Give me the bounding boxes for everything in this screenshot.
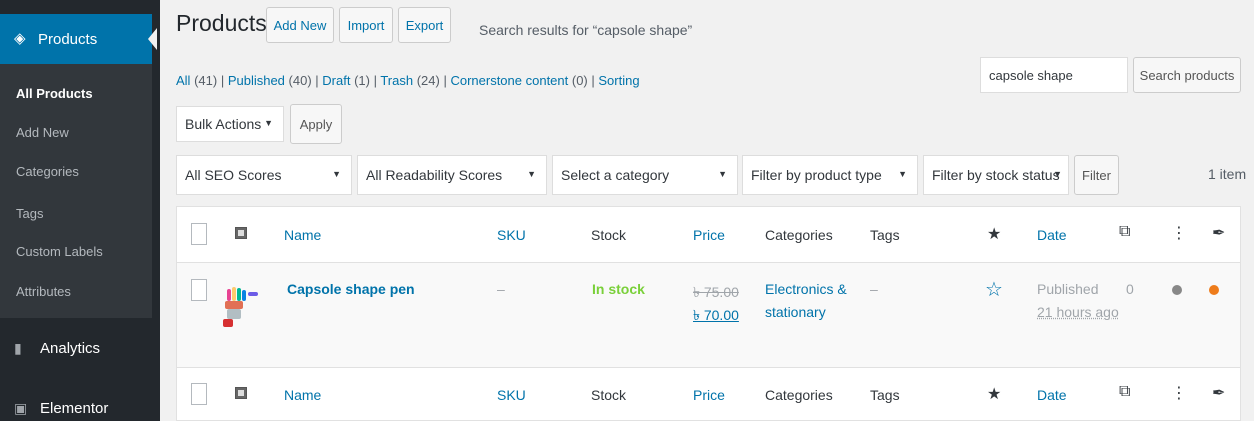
seo-traffic-light-icon: ⋮: [1171, 385, 1187, 402]
apply-button[interactable]: Apply: [290, 104, 342, 144]
product-thumbnail[interactable]: [221, 279, 261, 335]
product-name-link[interactable]: Capsole shape pen: [287, 281, 415, 297]
select-all-checkbox[interactable]: [191, 223, 207, 245]
submenu-attributes[interactable]: Attributes: [16, 284, 71, 299]
table-footer-row: Name SKU Stock Price Categories Tags ★ D…: [177, 369, 1240, 421]
filter-button[interactable]: Filter: [1074, 155, 1119, 195]
sidebar-item-label: Analytics: [40, 339, 101, 357]
view-cornerstone[interactable]: Cornerstone content (0): [450, 73, 587, 88]
readability-quill-icon: ✒: [1212, 225, 1226, 242]
products-table: Name SKU Stock Price Categories Tags ★ D…: [176, 206, 1241, 421]
column-tags: Tags: [870, 387, 900, 403]
product-tags: –: [870, 281, 878, 297]
stock-status: In stock: [592, 281, 645, 297]
select-all-checkbox-bottom[interactable]: [191, 383, 207, 405]
add-new-button[interactable]: Add New: [266, 7, 334, 43]
image-column-icon: [235, 387, 247, 399]
column-name[interactable]: Name: [284, 227, 321, 243]
table-row: Capsole shape pen – In stock ৳ 75.00 ৳ 7…: [177, 263, 1240, 368]
view-sorting[interactable]: Sorting: [598, 73, 639, 88]
submenu-tags[interactable]: Tags: [16, 206, 43, 221]
chevron-down-icon: ▼: [332, 169, 341, 179]
category-link-continued[interactable]: stationary: [765, 304, 826, 320]
regular-price: ৳ 75.00: [693, 284, 739, 300]
stock-status-filter-value: Filter by stock status: [932, 167, 1060, 183]
chevron-down-icon: ▼: [1053, 169, 1062, 179]
column-name[interactable]: Name: [284, 387, 321, 403]
seo-traffic-light-icon: ⋮: [1171, 225, 1187, 242]
column-sku[interactable]: SKU: [497, 387, 526, 403]
featured-star-outline-icon[interactable]: ☆: [985, 277, 1003, 302]
featured-star-icon[interactable]: ★: [987, 224, 1001, 244]
column-price[interactable]: Price: [693, 387, 725, 403]
column-date[interactable]: Date: [1037, 387, 1067, 403]
internal-links-count: 0: [1126, 281, 1134, 297]
sidebar-submenu: All Products Add New Categories Tags Cus…: [0, 64, 152, 318]
sidebar-item-products[interactable]: ◈ Products: [0, 14, 152, 64]
column-categories: Categories: [765, 387, 833, 403]
chevron-down-icon: ▼: [264, 118, 273, 128]
internal-links-icon: ⧉: [1119, 223, 1131, 240]
publish-date: 21 hours ago: [1037, 304, 1119, 320]
column-categories: Categories: [765, 227, 833, 243]
chevron-down-icon: ▼: [898, 169, 907, 179]
sidebar-item-elementor[interactable]: ▣ Elementor: [0, 384, 152, 421]
sidebar-item-label: Elementor: [40, 399, 109, 417]
chevron-down-icon: ▼: [527, 169, 536, 179]
view-trash[interactable]: Trash (24): [380, 73, 440, 88]
products-bag-icon: ◈: [14, 30, 26, 47]
category-link[interactable]: Electronics &: [765, 281, 847, 297]
product-sku: –: [497, 281, 505, 297]
column-stock: Stock: [591, 387, 627, 403]
column-price[interactable]: Price: [693, 227, 725, 243]
column-date[interactable]: Date: [1037, 227, 1067, 243]
submenu-all-products[interactable]: All Products: [16, 86, 93, 101]
sale-price: ৳ 70.00: [693, 307, 739, 323]
bulk-actions-value: Bulk Actions: [185, 116, 262, 132]
column-sku[interactable]: SKU: [497, 227, 526, 243]
product-type-filter-value: Filter by product type: [751, 167, 882, 183]
search-input[interactable]: capsole shape: [980, 57, 1128, 93]
seo-filter-value: All SEO Scores: [185, 167, 282, 183]
seo-score-dot: [1209, 285, 1219, 295]
page-title: Products: [176, 10, 267, 36]
view-all[interactable]: All (41): [176, 73, 217, 88]
internal-links-icon: ⧉: [1119, 383, 1131, 400]
publish-status: Published: [1037, 281, 1099, 297]
view-published[interactable]: Published (40): [228, 73, 312, 88]
readability-score-filter[interactable]: All Readability Scores ▼: [357, 155, 547, 195]
items-count: 1 item: [1208, 166, 1247, 182]
readability-filter-value: All Readability Scores: [366, 167, 503, 183]
sidebar-item-label: Products: [38, 30, 98, 48]
view-draft[interactable]: Draft (1): [322, 73, 370, 88]
product-type-filter[interactable]: Filter by product type ▼: [742, 155, 918, 195]
chevron-down-icon: ▼: [718, 169, 727, 179]
featured-star-icon[interactable]: ★: [987, 384, 1001, 404]
row-checkbox[interactable]: [191, 279, 207, 301]
submenu-add-new[interactable]: Add New: [16, 125, 69, 140]
sidebar-item-analytics[interactable]: ▮ Analytics: [0, 324, 152, 372]
image-column-icon: [235, 227, 247, 239]
current-menu-notch: [148, 28, 157, 50]
bulk-actions-select[interactable]: Bulk Actions ▼: [176, 106, 284, 142]
category-filter[interactable]: Select a category ▼: [552, 155, 738, 195]
stock-status-filter[interactable]: Filter by stock status ▼: [923, 155, 1069, 195]
admin-sidebar: ◈ Products All Products Add New Categori…: [0, 0, 160, 421]
elementor-icon: ▣: [14, 400, 28, 416]
readability-quill-icon: ✒: [1212, 385, 1226, 402]
column-tags: Tags: [870, 227, 900, 243]
submenu-custom-labels[interactable]: Custom Labels: [16, 244, 103, 259]
table-header-row: Name SKU Stock Price Categories Tags ★ D…: [177, 207, 1240, 263]
readability-score-dot: [1172, 285, 1182, 295]
submenu-categories[interactable]: Categories: [16, 164, 79, 179]
import-button[interactable]: Import: [339, 7, 393, 43]
seo-score-filter[interactable]: All SEO Scores ▼: [176, 155, 352, 195]
category-filter-value: Select a category: [561, 167, 670, 183]
bar-chart-icon: ▮: [14, 340, 22, 356]
export-button[interactable]: Export: [398, 7, 451, 43]
status-views: All (41) | Published (40) | Draft (1) | …: [176, 73, 640, 88]
search-products-button[interactable]: Search products: [1133, 57, 1241, 93]
column-stock: Stock: [591, 227, 627, 243]
search-results-subtitle: Search results for “capsole shape”: [479, 22, 693, 38]
